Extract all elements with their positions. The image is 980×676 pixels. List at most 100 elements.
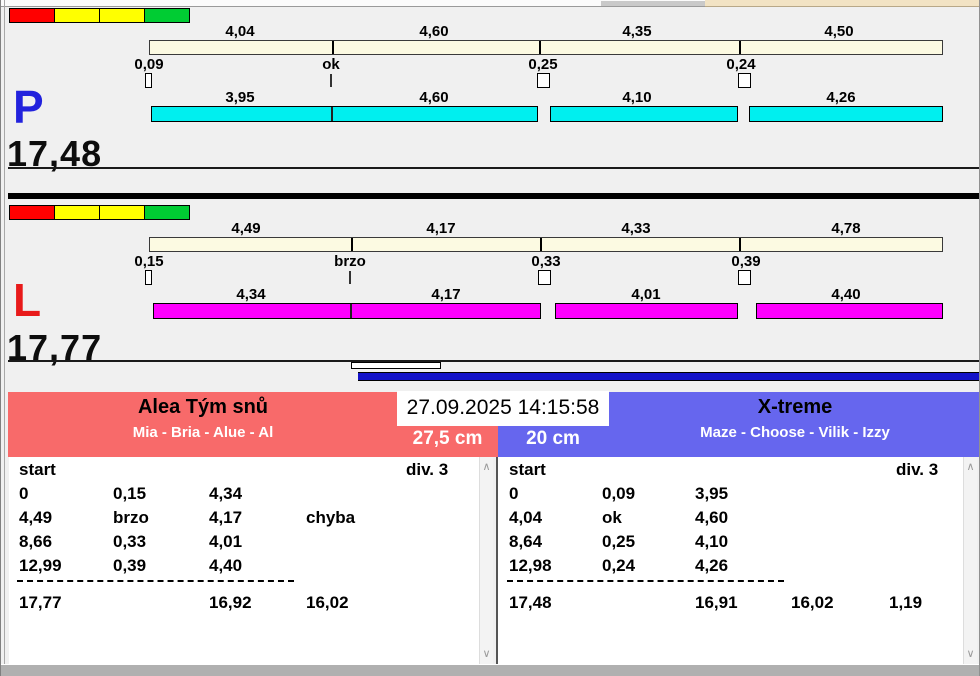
panel-divider-line <box>8 360 979 362</box>
timeline-divider <box>332 41 334 54</box>
strip-segment-yellow <box>54 205 100 220</box>
strip-segment-red <box>9 8 55 23</box>
lane-p-split-1: 4,04 <box>225 23 255 40</box>
total-time: 17,77 <box>19 593 62 612</box>
lane-l-exchange-1: 0,15 <box>134 253 164 270</box>
lane-p-panel: 4,04 4,60 4,35 4,50 0,09 ok 0,25 0,24 3,… <box>1 5 979 172</box>
timeline-divider <box>540 238 542 251</box>
clean-time: 16,92 <box>209 593 252 612</box>
scroll-down-icon[interactable]: ∨ <box>964 648 977 660</box>
exchange-checkbox[interactable] <box>145 73 152 88</box>
strip-segment-green <box>144 8 190 23</box>
team-left-name: Alea Tým snů <box>137 396 269 418</box>
run-bar-divider <box>350 304 352 318</box>
exchange-checkbox[interactable] <box>537 73 550 88</box>
lane-p-exchange-4: 0,24 <box>726 56 756 73</box>
lane-p-exchange-2: ok <box>322 56 340 73</box>
lane-l-exchange-2: brzo <box>334 253 366 270</box>
cell-leg-time: 4,01 <box>209 532 243 551</box>
cell-cum-time: 4,04 <box>509 508 543 527</box>
cell-exchange: 0,15 <box>113 484 147 503</box>
cell-leg-time: 4,26 <box>695 556 729 575</box>
lane-l-split-2: 4,17 <box>426 220 456 237</box>
lane-l-panel: 4,49 4,17 4,33 4,78 0,15 brzo 0,33 0,39 … <box>1 202 979 367</box>
progress-bar <box>358 372 979 381</box>
start-label: start <box>19 460 56 479</box>
exchange-checkbox[interactable] <box>538 270 551 285</box>
lane-p-exchange-3: 0,25 <box>528 56 558 73</box>
exchange-checkbox[interactable] <box>145 270 152 285</box>
lane-p-run-3: 4,10 <box>622 89 652 106</box>
lane-p-exchange-1: 0,09 <box>134 56 164 73</box>
scroll-up-icon[interactable]: ∧ <box>480 461 493 473</box>
lane-p-run-2: 4,60 <box>419 89 449 106</box>
lane-p-split-4: 4,50 <box>824 23 854 40</box>
lane-p-run-bar-b <box>550 106 738 122</box>
team-right-name: X-treme <box>757 396 833 418</box>
lane-l-run-4: 4,40 <box>831 286 861 303</box>
right-table-scrollbar[interactable]: ∧ ∨ <box>963 457 977 664</box>
division-label: div. 3 <box>406 460 449 479</box>
strip-segment-yellow <box>99 8 145 23</box>
cell-cum-time: 12,98 <box>509 556 552 575</box>
strip-segment-green <box>144 205 190 220</box>
lane-l-split-1: 4,49 <box>231 220 261 237</box>
strip-segment-yellow <box>54 8 100 23</box>
lane-p-split-2: 4,60 <box>419 23 449 40</box>
lane-l-run-1: 4,34 <box>236 286 266 303</box>
lane-l-exchange-4: 0,39 <box>731 253 761 270</box>
team-left-results-list[interactable]: start div. 3 0 0,15 4,34 4,49 brzo 4,17 … <box>9 457 479 664</box>
cell-note: chyba <box>306 508 356 527</box>
lane-p-letter: P <box>13 81 44 133</box>
lane-l-letter: L <box>13 274 42 326</box>
lane-l-exchange-3: 0,33 <box>531 253 561 270</box>
cell-leg-time: 4,34 <box>209 484 243 503</box>
lane-p-split-3: 4,35 <box>622 23 652 40</box>
best-time: 16,02 <box>791 593 834 612</box>
lane-p-run-1: 3,95 <box>225 89 255 106</box>
timeline-divider <box>539 41 541 54</box>
progress-marker-bar <box>351 362 441 369</box>
lane-p-status-strip <box>9 8 190 23</box>
cell-leg-time: 3,95 <box>695 484 729 503</box>
cell-cum-time: 0 <box>19 484 29 503</box>
panel-divider-line <box>8 167 979 169</box>
total-time: 17,48 <box>509 593 552 612</box>
lane-l-run-3: 4,01 <box>631 286 661 303</box>
scroll-down-icon[interactable]: ∨ <box>480 648 493 660</box>
timeline-divider <box>739 41 741 54</box>
exchange-tick-mark <box>330 74 332 87</box>
team-left-members: Mia - Bria - Alue - Al <box>132 424 274 441</box>
lane-l-run-bar-b <box>555 303 738 319</box>
cell-cum-time: 8,66 <box>19 532 53 551</box>
exchange-checkbox[interactable] <box>738 270 751 285</box>
cell-exchange: 0,25 <box>602 532 636 551</box>
window-bottom-bar <box>1 664 979 676</box>
cell-exchange: 0,24 <box>602 556 636 575</box>
cell-cum-time: 4,49 <box>19 508 53 527</box>
cell-leg-time: 4,40 <box>209 556 243 575</box>
table-separator <box>507 580 784 582</box>
left-table-scrollbar[interactable]: ∧ ∨ <box>479 457 493 664</box>
strip-segment-red <box>9 205 55 220</box>
panel-divider-bar <box>8 193 979 199</box>
start-label: start <box>509 460 546 479</box>
table-separator <box>17 580 294 582</box>
datetime-display: 27.09.2025 14:15:58 <box>397 391 609 426</box>
scroll-up-icon[interactable]: ∧ <box>964 461 977 473</box>
team-left-category-badge: 27,5 cm <box>412 428 483 449</box>
lane-l-run-bar-a <box>153 303 541 319</box>
best-time: 16,02 <box>306 593 349 612</box>
timeline-divider <box>739 238 741 251</box>
cell-leg-time: 4,10 <box>695 532 729 551</box>
lane-p-timeline-bar <box>149 40 943 55</box>
cell-leg-time: 4,17 <box>209 508 243 527</box>
cell-exchange: 0,33 <box>113 532 147 551</box>
diff-time: 1,19 <box>889 593 923 612</box>
team-right-results-list[interactable]: start div. 3 0 0,09 3,95 4,04 ok 4,60 8,… <box>498 457 963 664</box>
cell-exchange: 0,09 <box>602 484 636 503</box>
cell-cum-time: 0 <box>509 484 519 503</box>
lane-p-run-4: 4,26 <box>826 89 856 106</box>
exchange-checkbox[interactable] <box>738 73 751 88</box>
lane-l-status-strip <box>9 205 190 220</box>
